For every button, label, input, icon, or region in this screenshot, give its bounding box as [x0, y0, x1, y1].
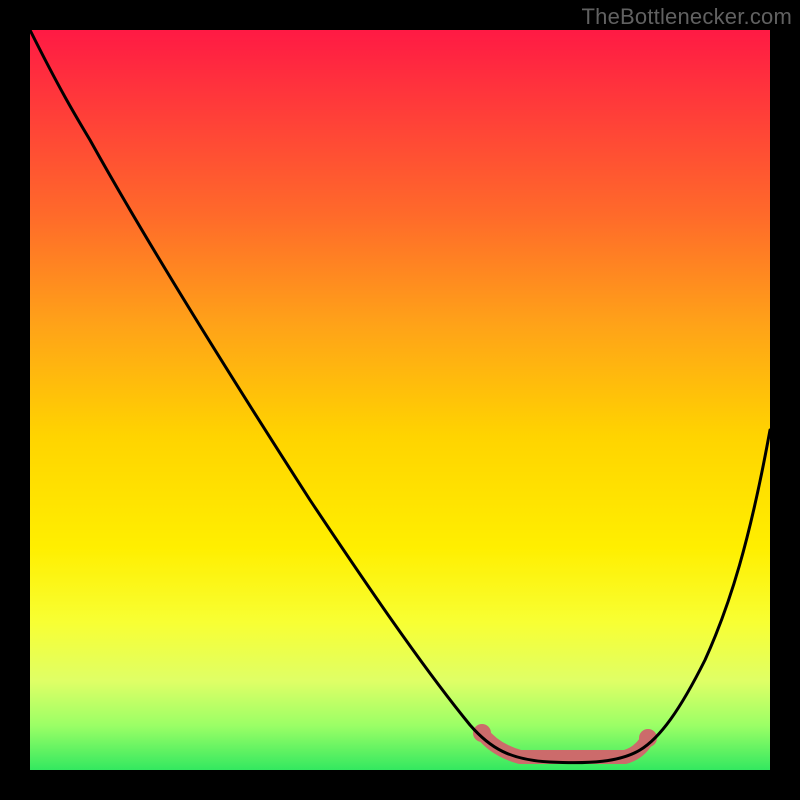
bottleneck-curve	[30, 30, 770, 763]
chart-frame: TheBottlenecker.com	[0, 0, 800, 800]
plot-area	[30, 30, 770, 770]
watermark-text: TheBottlenecker.com	[582, 4, 792, 30]
chart-svg	[30, 30, 770, 770]
